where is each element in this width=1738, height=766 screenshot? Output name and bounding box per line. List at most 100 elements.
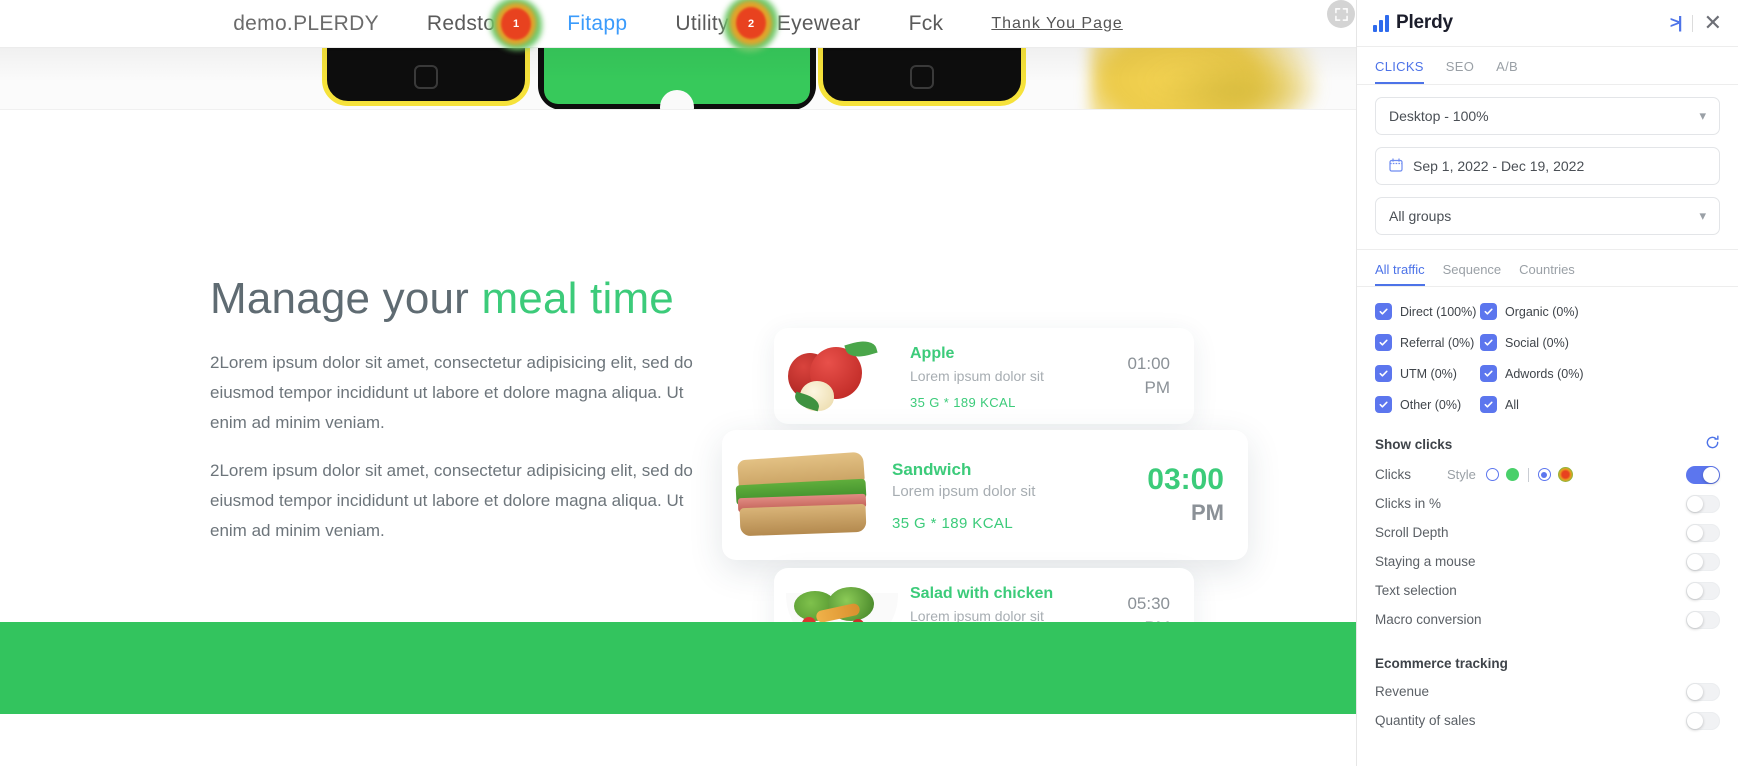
check-icon: [1375, 303, 1392, 320]
checkbox-label: Referral (0%): [1400, 335, 1475, 350]
meal-name: Salad with chicken: [910, 584, 1054, 602]
main-content: Manage your meal time 2Lorem ipsum dolor…: [0, 110, 1356, 714]
home-button-icon: [414, 65, 438, 89]
nav-item-utility[interactable]: Utility: [675, 12, 728, 36]
checkbox-label: Other (0%): [1400, 397, 1462, 412]
plerdy-panel: Plerdy >| ✕ CLICKS SEO A/B Desktop - 100…: [1356, 0, 1738, 766]
nav-item-redstone[interactable]: Redstone: [427, 12, 519, 36]
screen: demo.PLERDY Redstone Fitapp Utility Eyew…: [0, 0, 1738, 766]
meal-card-apple[interactable]: Apple Lorem ipsum dolor sit 35 G * 189 K…: [774, 328, 1194, 424]
clicks-in-percent-toggle[interactable]: [1686, 494, 1720, 513]
device-select[interactable]: Desktop - 100% ▾: [1375, 97, 1720, 135]
checkbox-all[interactable]: All: [1480, 396, 1720, 413]
checkbox-label: Direct (100%): [1400, 304, 1477, 319]
tab-countries[interactable]: Countries: [1519, 262, 1575, 286]
nav-item-eyewear[interactable]: Eyewear: [777, 12, 861, 36]
meal-time-value: 03:00: [1147, 463, 1224, 496]
tab-clicks[interactable]: CLICKS: [1375, 59, 1424, 84]
phone-mockup-left: [322, 48, 530, 106]
meal-time: 01:00 PM: [1127, 352, 1194, 400]
body-paragraph-2: 2Lorem ipsum dolor sit amet, consectetur…: [210, 461, 693, 540]
clicks-toggle[interactable]: [1686, 465, 1720, 484]
style-circle-outline-icon[interactable]: [1485, 468, 1499, 481]
style-green-dot-icon[interactable]: [1505, 468, 1519, 481]
clicks-row: Clicks Style: [1357, 460, 1738, 489]
calendar-icon: [1389, 157, 1403, 175]
apple-image: [780, 337, 900, 415]
page-title-highlight: meal time: [481, 274, 674, 323]
tab-ab[interactable]: A/B: [1496, 59, 1518, 84]
meal-name: Apple: [910, 344, 955, 362]
expand-icon[interactable]: [1327, 0, 1355, 28]
body-paragraph-1: 2Lorem ipsum dolor sit amet, consectetur…: [210, 353, 693, 432]
meal-card-sandwich[interactable]: Sandwich Lorem ipsum dolor sit 35 G * 18…: [722, 430, 1248, 560]
tab-sequence[interactable]: Sequence: [1443, 262, 1502, 286]
macro-conversion-toggle[interactable]: [1686, 610, 1720, 629]
text-selection-toggle[interactable]: [1686, 581, 1720, 600]
sandwich-image: [732, 446, 882, 544]
meal-time-value: 01:00: [1127, 354, 1170, 373]
refresh-icon[interactable]: [1705, 435, 1720, 454]
checkbox-label: Social (0%): [1505, 335, 1569, 350]
banana-image-shadow: [1150, 56, 1320, 109]
phone-mockup-center: Add: [538, 48, 816, 109]
group-select-value: All groups: [1389, 208, 1452, 224]
staying-a-mouse-toggle[interactable]: [1686, 552, 1720, 571]
nav-item-demo-plerdy[interactable]: demo.PLERDY: [233, 12, 379, 36]
style-heatmap-icon[interactable]: [1557, 467, 1573, 482]
date-range-value: Sep 1, 2022 - Dec 19, 2022: [1413, 158, 1585, 174]
meal-time-period: PM: [1191, 500, 1224, 525]
check-icon: [1375, 334, 1392, 351]
tab-seo[interactable]: SEO: [1446, 59, 1474, 84]
phone-mockup-right: [818, 48, 1026, 106]
toggle-label: Text selection: [1375, 583, 1457, 598]
meal-description: Lorem ipsum dolor sit: [892, 482, 1036, 500]
meal-time-period: PM: [1144, 378, 1171, 397]
check-icon: [1480, 303, 1497, 320]
ecommerce-tracking-title: Ecommerce tracking: [1357, 656, 1738, 671]
page-title-plain: Manage your: [210, 274, 482, 323]
nav-item-fck[interactable]: Fck: [909, 12, 944, 36]
checkbox-utm[interactable]: UTM (0%): [1375, 365, 1480, 382]
checkbox-adwords[interactable]: Adwords (0%): [1480, 365, 1720, 382]
scroll-depth-toggle[interactable]: [1686, 523, 1720, 542]
meal-info: Sandwich Lorem ipsum dolor sit 35 G * 18…: [882, 459, 1147, 532]
click-style-options: [1485, 467, 1573, 482]
meal-time-value: 05:30: [1127, 594, 1170, 613]
meal-calories: 35 G * 189 KCAL: [892, 514, 1014, 532]
nav-item-thank-you-page[interactable]: Thank You Page: [991, 15, 1122, 33]
checkbox-label: UTM (0%): [1400, 366, 1457, 381]
checkbox-organic[interactable]: Organic (0%): [1480, 303, 1720, 320]
toggle-label: Quantity of sales: [1375, 713, 1476, 728]
panel-header-actions: >| ✕: [1670, 12, 1722, 34]
chevron-down-icon: ▾: [1699, 208, 1706, 223]
group-select[interactable]: All groups ▾: [1375, 197, 1720, 235]
check-icon: [1375, 365, 1392, 382]
check-icon: [1480, 396, 1497, 413]
date-range-picker[interactable]: Sep 1, 2022 - Dec 19, 2022: [1375, 147, 1720, 185]
staying-a-mouse-row: Staying a mouse: [1357, 547, 1738, 576]
checkbox-direct[interactable]: Direct (100%): [1375, 303, 1480, 320]
scroll-depth-row: Scroll Depth: [1357, 518, 1738, 547]
nav-item-fitapp[interactable]: Fitapp: [567, 12, 627, 36]
style-radio-selected-icon[interactable]: [1537, 468, 1551, 481]
show-clicks-title: Show clicks: [1357, 435, 1738, 454]
checkbox-label: Organic (0%): [1505, 304, 1579, 319]
quantity-of-sales-toggle[interactable]: [1686, 711, 1720, 730]
collapse-panel-icon[interactable]: >|: [1670, 13, 1683, 33]
toggle-label: Staying a mouse: [1375, 554, 1476, 569]
quantity-of-sales-row: Quantity of sales: [1357, 706, 1738, 735]
checkbox-social[interactable]: Social (0%): [1480, 334, 1720, 351]
clicks-label: Clicks: [1375, 467, 1411, 482]
close-icon[interactable]: ✕: [1704, 12, 1722, 34]
clicks-in-percent-row: Clicks in %: [1357, 489, 1738, 518]
plerdy-brand-label: Plerdy: [1396, 12, 1453, 33]
revenue-toggle[interactable]: [1686, 682, 1720, 701]
checkbox-other[interactable]: Other (0%): [1375, 396, 1480, 413]
show-clicks-label: Show clicks: [1375, 437, 1453, 452]
checkbox-referral[interactable]: Referral (0%): [1375, 334, 1480, 351]
tab-all-traffic[interactable]: All traffic: [1375, 262, 1425, 286]
macro-conversion-row: Macro conversion: [1357, 605, 1738, 634]
chevron-down-icon: ▾: [1699, 108, 1706, 123]
check-icon: [1480, 365, 1497, 382]
